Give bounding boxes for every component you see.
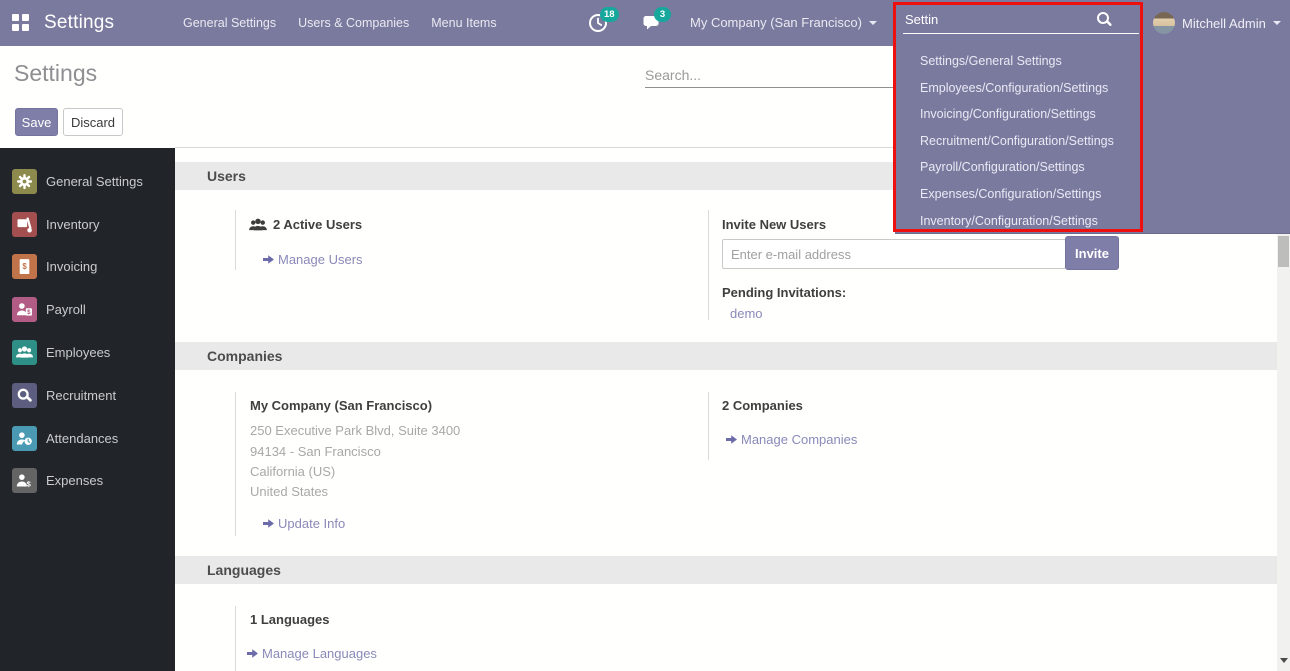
- manage-companies-label: Manage Companies: [741, 432, 857, 447]
- users-block: 2 Active Users Manage Users: [235, 210, 665, 270]
- sidebar-item-invoicing[interactable]: $ Invoicing: [0, 246, 175, 289]
- user-menu[interactable]: Mitchell Admin: [1145, 0, 1290, 46]
- apps-grid-square: [22, 24, 29, 31]
- company-address-line: California (US): [250, 464, 335, 479]
- save-button[interactable]: Save: [15, 108, 58, 136]
- invite-email-field[interactable]: [722, 239, 1066, 269]
- search-result-item[interactable]: Employees/Configuration/Settings: [895, 75, 1147, 102]
- menu-users-companies[interactable]: Users & Companies: [287, 0, 420, 46]
- menu-search-input[interactable]: [905, 8, 1090, 30]
- search-result-item[interactable]: Recruitment/Configuration/Settings: [895, 128, 1147, 155]
- scrollbar-down-arrow-icon[interactable]: [1280, 658, 1288, 663]
- active-users-count: 2 Active Users: [273, 217, 362, 232]
- app-brand-title[interactable]: Settings: [44, 0, 114, 46]
- companies-count-block: 2 Companies Manage Companies: [708, 392, 1148, 460]
- arrow-right-icon: [263, 254, 274, 265]
- company-switcher-label: My Company (San Francisco): [690, 0, 862, 46]
- scrollbar-thumb[interactable]: [1278, 236, 1289, 267]
- invoice-icon: $: [12, 254, 37, 279]
- menu-general-settings[interactable]: General Settings: [172, 0, 287, 46]
- company-name: My Company (San Francisco): [250, 398, 432, 413]
- svg-text:$: $: [27, 480, 32, 489]
- manage-companies-link[interactable]: Manage Companies: [726, 432, 857, 447]
- languages-count: 1 Languages: [250, 612, 329, 627]
- search-result-item[interactable]: Settings/General Settings: [895, 48, 1147, 75]
- sidebar-item-inventory[interactable]: Inventory: [0, 203, 175, 246]
- sidebar-item-label: Recruitment: [46, 388, 116, 403]
- company-address-line: United States: [250, 484, 328, 499]
- company-block: My Company (San Francisco) 250 Executive…: [235, 392, 665, 536]
- company-switcher[interactable]: My Company (San Francisco): [690, 0, 877, 46]
- messages-count-badge: 3: [654, 7, 671, 22]
- svg-text:$: $: [27, 310, 31, 317]
- arrow-right-icon: [263, 518, 274, 529]
- arrow-right-icon: [247, 648, 258, 659]
- manage-users-link[interactable]: Manage Users: [263, 252, 363, 267]
- search-result-item[interactable]: Expenses/Configuration/Settings: [895, 181, 1147, 208]
- apps-grid-square: [22, 14, 29, 21]
- discard-button[interactable]: Discard: [63, 108, 123, 136]
- sidebar-item-label: Payroll: [46, 302, 86, 317]
- sidebar-item-label: Employees: [46, 345, 110, 360]
- sidebar-item-payroll[interactable]: $ Payroll: [0, 288, 175, 331]
- update-info-label: Update Info: [278, 516, 345, 531]
- manage-languages-link[interactable]: Manage Languages: [247, 646, 377, 661]
- section-header-languages: Languages: [175, 556, 1277, 584]
- section-header-companies: Companies: [175, 342, 1277, 370]
- manage-languages-label: Manage Languages: [262, 646, 377, 661]
- sidebar-item-label: General Settings: [46, 174, 143, 189]
- magnifier-icon: [12, 383, 37, 408]
- sidebar-item-label: Expenses: [46, 473, 103, 488]
- sidebar-item-label: Invoicing: [46, 259, 97, 274]
- languages-block: 1 Languages Manage Languages: [235, 606, 665, 671]
- apps-grid-square: [12, 24, 19, 31]
- search-icon: [1096, 11, 1113, 28]
- update-info-link[interactable]: Update Info: [263, 516, 345, 531]
- avatar: [1153, 12, 1175, 34]
- payroll-icon: $: [12, 297, 37, 322]
- sidebar-item-recruitment[interactable]: Recruitment: [0, 374, 175, 417]
- sidebar-item-employees[interactable]: Employees: [0, 331, 175, 374]
- menu-menu-items[interactable]: Menu Items: [420, 0, 507, 46]
- invite-users-title: Invite New Users: [722, 217, 826, 232]
- user-name: Mitchell Admin: [1182, 16, 1266, 31]
- settings-search-input[interactable]: [645, 62, 893, 88]
- sidebar-item-general-settings[interactable]: General Settings: [0, 160, 175, 203]
- pending-invitations-label: Pending Invitations:: [722, 285, 846, 300]
- sidebar-item-label: Inventory: [46, 217, 99, 232]
- vertical-scrollbar[interactable]: [1277, 234, 1290, 671]
- company-address-line: 250 Executive Park Blvd, Suite 3400: [250, 423, 460, 438]
- search-result-item[interactable]: Invoicing/Configuration/Settings: [895, 101, 1147, 128]
- odoo-settings-screen: Settings General Settings Users & Compan…: [0, 0, 1290, 671]
- expense-icon: $: [12, 468, 37, 493]
- svg-text:$: $: [22, 263, 27, 272]
- employees-icon: [12, 340, 37, 365]
- gear-icon: [12, 169, 37, 194]
- caret-down-icon: [1273, 21, 1281, 25]
- manage-users-label: Manage Users: [278, 252, 363, 267]
- users-group-icon: [247, 214, 269, 236]
- arrow-right-icon: [726, 434, 737, 445]
- sidebar-item-attendances[interactable]: Attendances: [0, 417, 175, 460]
- apps-menu-icon[interactable]: [12, 14, 30, 32]
- companies-count: 2 Companies: [722, 398, 803, 413]
- company-address-line: 94134 - San Francisco: [250, 444, 381, 459]
- navbar-menu: General Settings Users & Companies Menu …: [172, 0, 508, 46]
- sidebar-item-label: Attendances: [46, 431, 118, 446]
- search-result-item[interactable]: Inventory/Configuration/Settings: [895, 208, 1147, 235]
- invite-button[interactable]: Invite: [1065, 236, 1119, 270]
- page-title: Settings: [14, 60, 97, 87]
- activity-count-badge: 18: [600, 7, 619, 22]
- settings-sidebar: General Settings Inventory $ Invoicing: [0, 148, 175, 671]
- pending-user-link[interactable]: demo: [730, 306, 763, 321]
- apps-grid-square: [12, 14, 19, 21]
- search-result-item[interactable]: Payroll/Configuration/Settings: [895, 154, 1147, 181]
- hand-truck-icon: [12, 212, 37, 237]
- attendance-icon: [12, 426, 37, 451]
- menu-search-results: Settings/General Settings Employees/Conf…: [895, 48, 1147, 234]
- caret-down-icon: [869, 21, 877, 25]
- sidebar-item-expenses[interactable]: $ Expenses: [0, 460, 175, 503]
- search-underline: [903, 33, 1139, 34]
